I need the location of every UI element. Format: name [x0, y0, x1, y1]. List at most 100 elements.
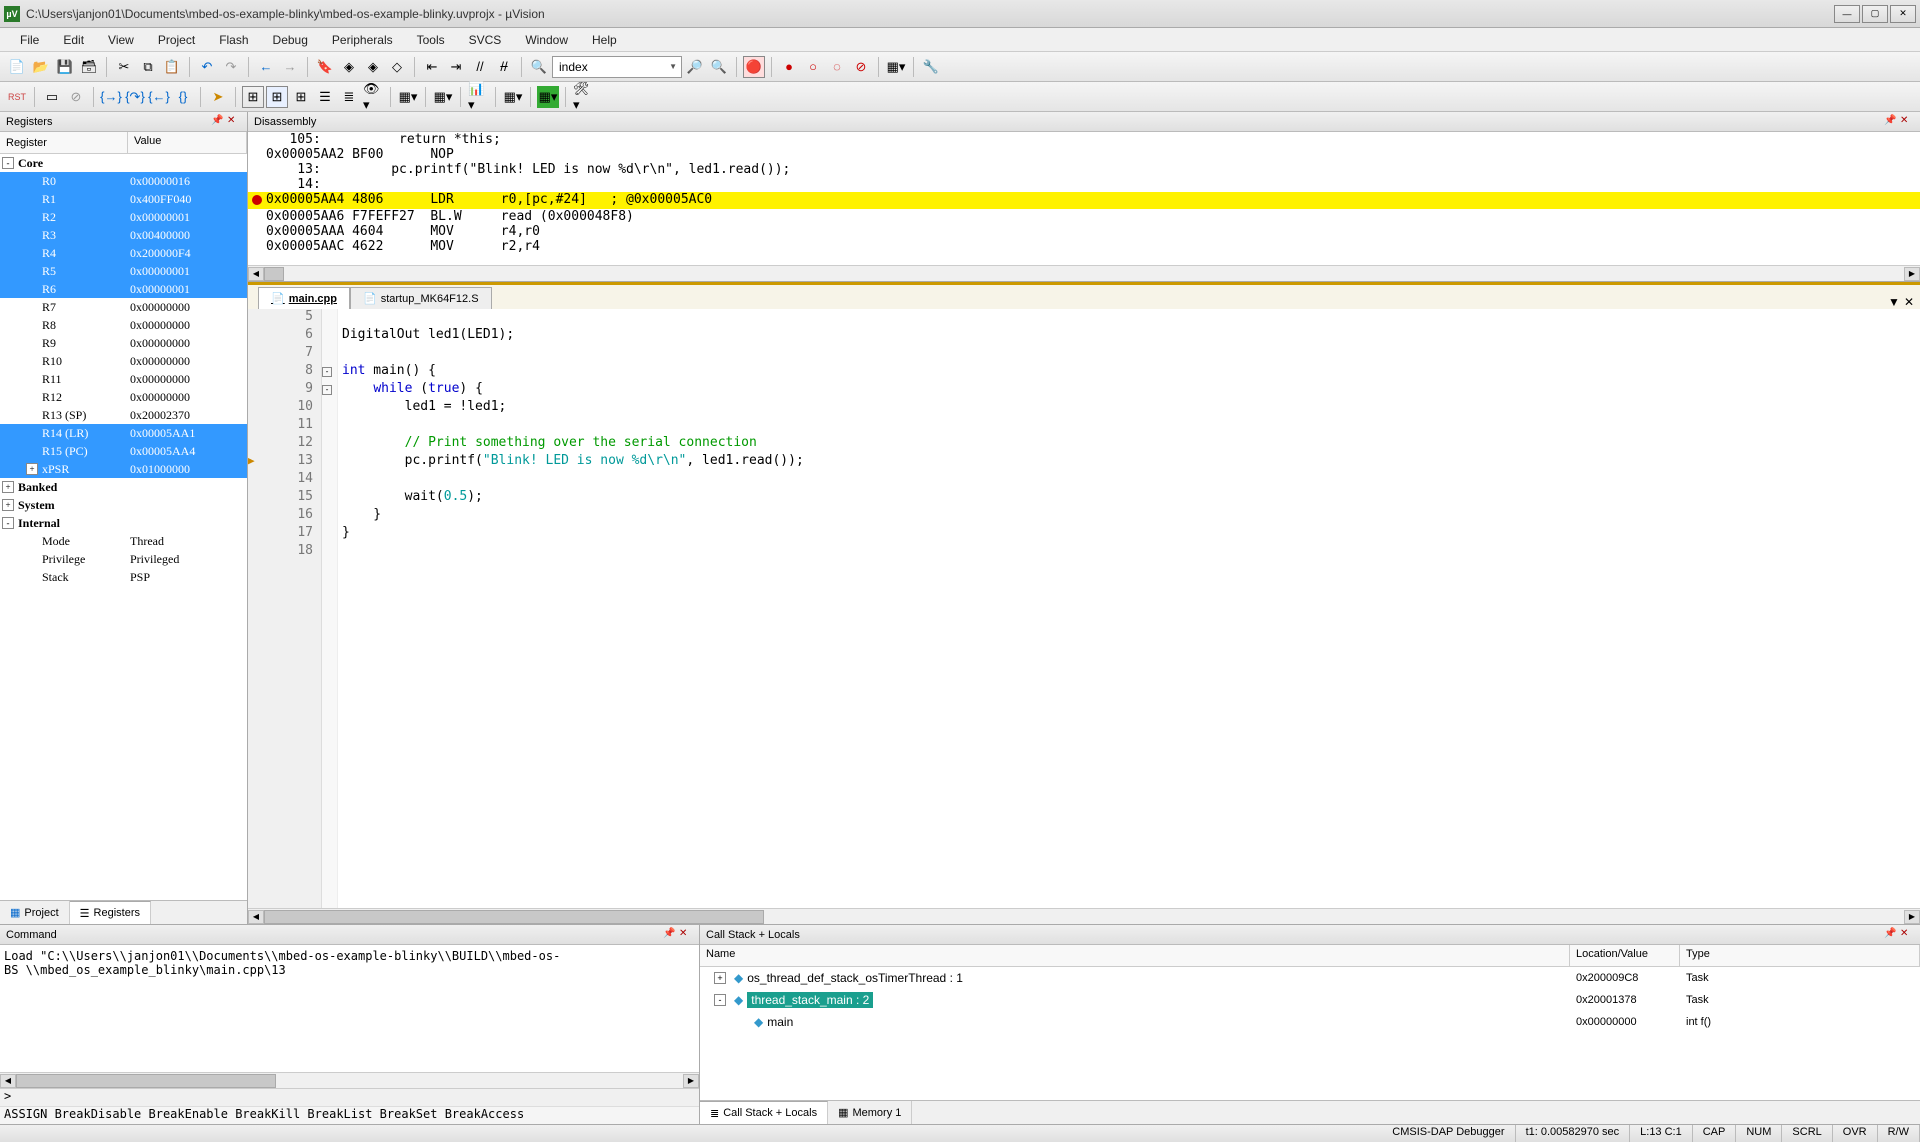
registers-window-icon[interactable]: ☰ [314, 86, 336, 108]
register-row[interactable]: R80x00000000 [0, 316, 247, 334]
editor-tab[interactable]: 📄main.cpp [258, 287, 350, 309]
nav-forward-icon[interactable]: → [279, 56, 301, 78]
uncomment-icon[interactable]: // [493, 56, 515, 78]
disassembly-line[interactable]: 0x00005AAC 4622 MOV r2,r4 [248, 239, 1920, 254]
register-row[interactable]: R50x00000001 [0, 262, 247, 280]
code-line[interactable] [342, 471, 1920, 489]
stop-icon[interactable]: ⊘ [65, 86, 87, 108]
callstack-tab[interactable]: ≣Call Stack + Locals [700, 1101, 828, 1124]
incremental-find-icon[interactable]: 🔍 [708, 56, 730, 78]
cut-icon[interactable]: ✂ [113, 56, 135, 78]
register-row[interactable]: R00x00000016 [0, 172, 247, 190]
menu-window[interactable]: Window [513, 30, 580, 50]
window-split-icon[interactable]: ▦▾ [885, 56, 907, 78]
code-line[interactable]: } [342, 507, 1920, 525]
register-row[interactable]: R40x200000F4 [0, 244, 247, 262]
disassembly-line[interactable]: 0x00005AAA 4604 MOV r4,r0 [248, 224, 1920, 239]
show-next-icon[interactable]: ➤ [207, 86, 229, 108]
open-file-icon[interactable]: 📂 [30, 56, 52, 78]
analysis-window-icon[interactable]: 📊▾ [467, 86, 489, 108]
maximize-button[interactable]: ▢ [1862, 5, 1888, 23]
trace-window-icon[interactable]: ▦▾ [502, 86, 524, 108]
tab-close-icon[interactable]: ✕ [1904, 295, 1914, 309]
breakpoint-kill-icon[interactable]: ⊘ [850, 56, 872, 78]
disassembly-line[interactable]: 0x00005AA6 F7FEFF27 BL.W read (0x000048F… [248, 209, 1920, 224]
register-group[interactable]: +System [0, 496, 247, 514]
bookmark-prev-icon[interactable]: ◈ [338, 56, 360, 78]
register-row[interactable]: R13 (SP)0x20002370 [0, 406, 247, 424]
find-icon[interactable]: 🔍 [528, 56, 550, 78]
callstack-row[interactable]: +◆os_thread_def_stack_osTimerThread : 10… [700, 967, 1920, 989]
serial-window-icon[interactable]: ▦▾ [432, 86, 454, 108]
editor-body[interactable]: ▶ 56789101112131415161718 -- DigitalOut … [248, 309, 1920, 908]
minimize-button[interactable]: — [1834, 5, 1860, 23]
project-tab[interactable]: ▦Project [0, 901, 70, 924]
tree-toggle-icon[interactable]: + [714, 972, 726, 984]
menu-peripherals[interactable]: Peripherals [320, 30, 405, 50]
command-window-icon[interactable]: ⊞ [242, 86, 264, 108]
indent-icon[interactable]: ⇤ [421, 56, 443, 78]
callstack-row[interactable]: ◆main0x00000000int f() [700, 1011, 1920, 1033]
tree-toggle-icon[interactable]: + [26, 463, 38, 475]
register-row[interactable]: PrivilegePrivileged [0, 550, 247, 568]
code-line[interactable] [342, 417, 1920, 435]
close-icon[interactable]: ✕ [1900, 928, 1914, 942]
menu-file[interactable]: File [8, 30, 51, 50]
tree-toggle-icon[interactable]: + [2, 499, 14, 511]
close-icon[interactable]: ✕ [227, 115, 241, 129]
system-viewer-icon[interactable]: ▦▾ [537, 86, 559, 108]
code-line[interactable] [342, 309, 1920, 327]
code-line[interactable]: // Print something over the serial conne… [342, 435, 1920, 453]
comment-icon[interactable]: // [469, 56, 491, 78]
find-in-files-icon[interactable]: 🔎 [684, 56, 706, 78]
fold-icon[interactable]: - [322, 385, 332, 395]
code-line[interactable] [342, 543, 1920, 561]
memory-tab[interactable]: ▦Memory 1 [828, 1101, 912, 1124]
fold-icon[interactable]: - [322, 367, 332, 377]
toolbox-icon[interactable]: 🛠▾ [572, 86, 594, 108]
cs-type-header[interactable]: Type [1680, 945, 1920, 966]
save-all-icon[interactable]: 🗃 [78, 56, 100, 78]
registers-tab[interactable]: ☰Registers [70, 901, 151, 924]
disassembly-view[interactable]: 105: return *this;0x00005AA2 BF00 NOP 13… [248, 132, 1920, 265]
reset-icon[interactable]: RST [6, 86, 28, 108]
editor-scrollbar[interactable]: ◀▶ [248, 908, 1920, 924]
menu-edit[interactable]: Edit [51, 30, 96, 50]
code-line[interactable]: int main() { [342, 363, 1920, 381]
breakpoint-icon[interactable] [252, 195, 262, 205]
redo-icon[interactable]: ↷ [220, 56, 242, 78]
undo-icon[interactable]: ↶ [196, 56, 218, 78]
pin-icon[interactable]: 📌 [663, 928, 677, 942]
menu-help[interactable]: Help [580, 30, 629, 50]
configure-icon[interactable]: 🔧 [920, 56, 942, 78]
pin-icon[interactable]: 📌 [211, 115, 225, 129]
code-line[interactable] [342, 345, 1920, 363]
register-group[interactable]: -Core [0, 154, 247, 172]
disassembly-line[interactable]: 0x00005AA2 BF00 NOP [248, 147, 1920, 162]
step-out-icon[interactable]: {←} [148, 86, 170, 108]
breakpoint-disable-icon[interactable]: ◌ [826, 56, 848, 78]
tree-toggle-icon[interactable]: - [2, 517, 14, 529]
bookmark-next-icon[interactable]: ◈ [362, 56, 384, 78]
register-row[interactable]: R15 (PC)0x00005AA4 [0, 442, 247, 460]
register-row[interactable]: R10x400FF040 [0, 190, 247, 208]
new-file-icon[interactable]: 📄 [6, 56, 28, 78]
menu-flash[interactable]: Flash [207, 30, 260, 50]
register-row[interactable]: R120x00000000 [0, 388, 247, 406]
register-group[interactable]: -Internal [0, 514, 247, 532]
tree-toggle-icon[interactable]: - [2, 157, 14, 169]
register-row[interactable]: R100x00000000 [0, 352, 247, 370]
pin-icon[interactable]: 📌 [1884, 115, 1898, 129]
cs-location-header[interactable]: Location/Value [1570, 945, 1680, 966]
register-row[interactable]: R30x00400000 [0, 226, 247, 244]
paste-icon[interactable]: 📋 [161, 56, 183, 78]
code-line[interactable]: } [342, 525, 1920, 543]
breakpoint-insert-icon[interactable]: ● [778, 56, 800, 78]
tree-toggle-icon[interactable]: + [2, 481, 14, 493]
callstack-window-icon[interactable]: ≣ [338, 86, 360, 108]
step-over-icon[interactable]: {↷} [124, 86, 146, 108]
menu-debug[interactable]: Debug [261, 30, 320, 50]
register-row[interactable]: R90x00000000 [0, 334, 247, 352]
watch-window-icon[interactable]: 👁▾ [362, 86, 384, 108]
disassembly-window-icon[interactable]: ⊞ [266, 86, 288, 108]
